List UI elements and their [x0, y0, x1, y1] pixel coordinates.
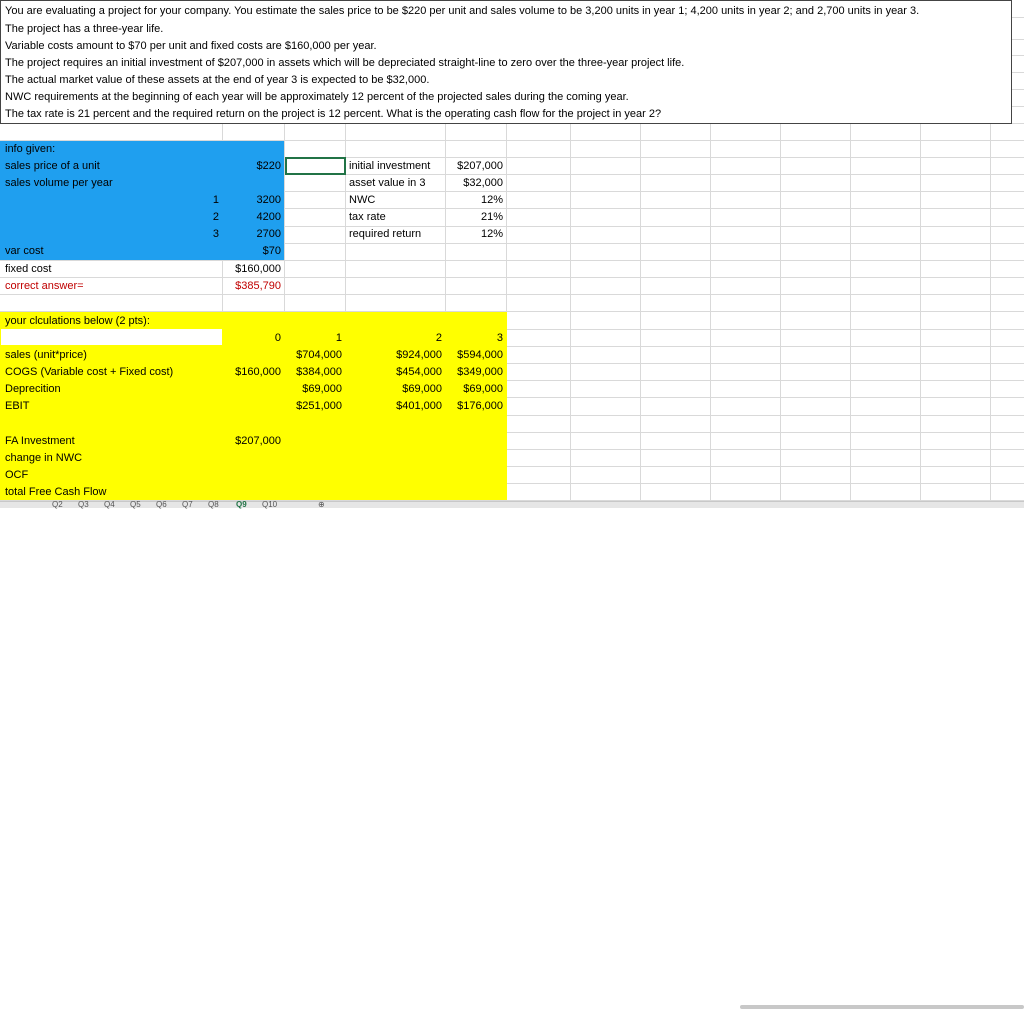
calc-cell[interactable]: [222, 398, 284, 415]
problem-line: The project has a three-year life.: [5, 23, 164, 35]
sheet-tab[interactable]: Q10: [262, 500, 277, 509]
info-label[interactable]: required return: [346, 226, 424, 243]
calc-cell[interactable]: $251,000: [284, 398, 345, 415]
sheet-tab[interactable]: Q2: [52, 500, 63, 509]
ocf-label[interactable]: OCF: [2, 467, 31, 484]
correct-answer-label[interactable]: correct answer=: [2, 278, 87, 295]
calc-cell[interactable]: $69,000: [284, 381, 345, 398]
info-label[interactable]: tax rate: [346, 209, 389, 226]
calc-row-label[interactable]: EBIT: [2, 398, 32, 415]
info-value[interactable]: 12%: [445, 226, 506, 243]
total-fcf-label[interactable]: total Free Cash Flow: [2, 484, 109, 501]
sheet-tab[interactable]: Q5: [130, 500, 141, 509]
info-value[interactable]: 21%: [445, 209, 506, 226]
calc-cell[interactable]: $384,000: [284, 364, 345, 381]
var-cost-label[interactable]: var cost: [2, 243, 47, 260]
problem-line: NWC requirements at the beginning of eac…: [5, 91, 629, 103]
info-label[interactable]: initial investment: [346, 158, 433, 175]
fa-investment-label[interactable]: FA Investment: [2, 433, 78, 450]
problem-line: The actual market value of these assets …: [5, 74, 430, 86]
calc-cell[interactable]: $349,000: [445, 364, 506, 381]
horizontal-scrollbar[interactable]: [740, 1005, 1024, 1009]
correct-answer-value[interactable]: $385,790: [222, 278, 284, 295]
problem-line: You are evaluating a project for your co…: [5, 5, 920, 17]
info-value[interactable]: $207,000: [445, 158, 506, 175]
fixed-cost-value[interactable]: $160,000: [222, 261, 284, 278]
calc-cell[interactable]: $160,000: [222, 364, 284, 381]
fixed-cost-label[interactable]: fixed cost: [2, 261, 54, 278]
calc-cell[interactable]: $924,000: [345, 347, 445, 364]
sheet-tab-active[interactable]: Q9: [236, 500, 247, 509]
calc-cell[interactable]: $454,000: [345, 364, 445, 381]
sheet-tab[interactable]: Q4: [104, 500, 115, 509]
calc-cell[interactable]: $704,000: [284, 347, 345, 364]
sheet-tab[interactable]: Q6: [156, 500, 167, 509]
info-label[interactable]: NWC: [346, 192, 378, 209]
nwc-change-label[interactable]: change in NWC: [2, 450, 85, 467]
given-header[interactable]: info given:: [2, 141, 58, 158]
info-label[interactable]: asset value in 3: [346, 175, 428, 192]
calc-row-label[interactable]: Deprecition: [2, 381, 64, 398]
year-header[interactable]: 3: [445, 330, 506, 347]
calc-cell[interactable]: $401,000: [345, 398, 445, 415]
calc-header[interactable]: your clculations below (2 pts):: [2, 313, 153, 330]
calc-cell[interactable]: [222, 347, 284, 364]
sheet-tab[interactable]: Q7: [182, 500, 193, 509]
calc-cell[interactable]: [222, 381, 284, 398]
calc-cell[interactable]: $594,000: [445, 347, 506, 364]
calc-row-label[interactable]: COGS (Variable cost + Fixed cost): [2, 364, 176, 381]
year-header[interactable]: 1: [284, 330, 345, 347]
calc-cell[interactable]: $69,000: [445, 381, 506, 398]
spreadsheet-grid[interactable]: You are evaluating a project for your co…: [0, 0, 1024, 507]
var-cost-value[interactable]: $70: [222, 243, 284, 260]
calc-cell[interactable]: $69,000: [345, 381, 445, 398]
info-value[interactable]: 12%: [445, 192, 506, 209]
problem-line: Variable costs amount to $70 per unit an…: [5, 40, 377, 52]
add-sheet-icon[interactable]: ⊕: [318, 500, 325, 509]
sheet-tab[interactable]: Q8: [208, 500, 219, 509]
info-value[interactable]: $32,000: [445, 175, 506, 192]
calc-row-label[interactable]: sales (unit*price): [2, 347, 90, 364]
year-header[interactable]: 2: [345, 330, 445, 347]
year-header[interactable]: 0: [222, 330, 284, 347]
problem-line: The tax rate is 21 percent and the requi…: [5, 108, 662, 120]
fa-investment-y0[interactable]: $207,000: [222, 433, 284, 450]
calc-cell[interactable]: $176,000: [445, 398, 506, 415]
sheet-tab[interactable]: Q3: [78, 500, 89, 509]
problem-line: The project requires an initial investme…: [5, 57, 685, 69]
